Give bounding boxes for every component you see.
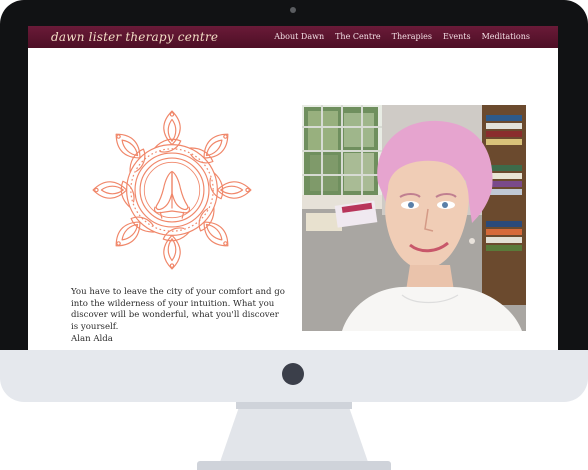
nav-the-centre[interactable]: The Centre bbox=[335, 32, 381, 41]
mandala-petal-inner bbox=[100, 185, 124, 195]
top-navigation-bar: dawn lister therapy centre About Dawn Th… bbox=[28, 26, 558, 48]
site-brand-logo[interactable]: dawn lister therapy centre bbox=[51, 30, 218, 44]
quote-block: You have to leave the city of your comfo… bbox=[71, 287, 286, 346]
mandala-petal-inner bbox=[121, 139, 139, 157]
mandala-petal-inner bbox=[205, 223, 223, 241]
quote-text: You have to leave the city of your comfo… bbox=[71, 287, 285, 333]
monitor-stand-shadow bbox=[236, 402, 352, 409]
website-screen: dawn lister therapy centre About Dawn Th… bbox=[28, 26, 558, 350]
mandala-dot bbox=[245, 187, 250, 193]
mandala-dot bbox=[94, 187, 99, 193]
nav-about-dawn[interactable]: About Dawn bbox=[274, 32, 324, 41]
mandala-petal bbox=[115, 133, 141, 159]
mandala-petal bbox=[115, 221, 141, 247]
monitor-logo-icon bbox=[282, 363, 304, 385]
mandala-petal bbox=[203, 133, 229, 159]
mandala-petal-inner bbox=[205, 139, 223, 157]
praying-hands-mandala-icon bbox=[92, 110, 252, 270]
monitor-base bbox=[197, 461, 391, 470]
nav-events[interactable]: Events bbox=[443, 32, 471, 41]
monitor-bezel: dawn lister therapy centre About Dawn Th… bbox=[0, 0, 588, 350]
portrait-photo bbox=[302, 105, 526, 331]
mandala-petal-inner bbox=[167, 238, 177, 262]
mandala-petal-inner bbox=[220, 185, 244, 195]
nav-therapies[interactable]: Therapies bbox=[392, 32, 432, 41]
main-menu: About Dawn The Centre Therapies Events M… bbox=[274, 32, 530, 41]
monitor-stand bbox=[220, 402, 368, 462]
nav-meditations[interactable]: Meditations bbox=[482, 32, 530, 41]
mandala-petal-inner bbox=[121, 223, 139, 241]
mandala-dot bbox=[169, 112, 175, 117]
mandala-petal bbox=[203, 221, 229, 247]
mandala-dot bbox=[169, 263, 175, 268]
camera-icon bbox=[290, 7, 296, 13]
mandala-petal-inner bbox=[167, 118, 177, 142]
quote-author: Alan Alda bbox=[71, 333, 113, 344]
